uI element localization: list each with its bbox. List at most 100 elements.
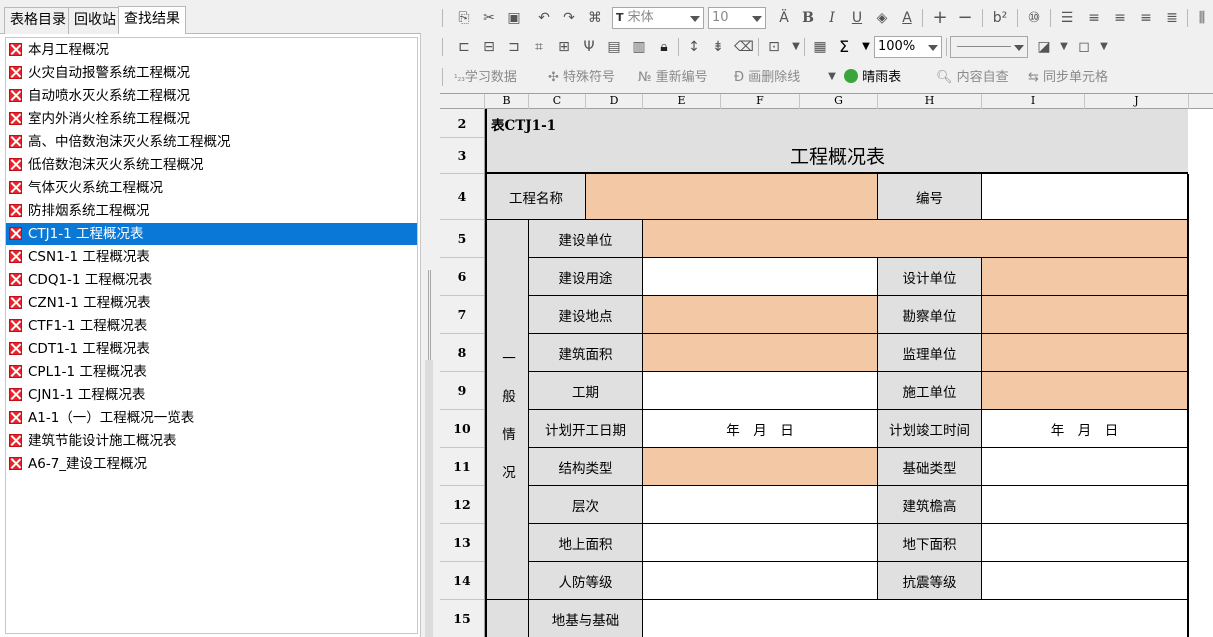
insert-column-icon[interactable]: ⊐: [504, 37, 524, 57]
justify-icon[interactable]: ≣: [1162, 8, 1182, 28]
tree-item[interactable]: CTF1-1 工程概况表: [6, 315, 417, 337]
tree-item[interactable]: CJN1-1 工程概况表: [6, 384, 417, 406]
column-header[interactable]: C: [529, 94, 586, 109]
learn-data-button[interactable]: ¹₂₃学习数据: [454, 68, 517, 88]
fill-color-icon[interactable]: ◈: [872, 8, 892, 28]
field-input[interactable]: [643, 258, 878, 296]
field-input[interactable]: [982, 296, 1189, 334]
row-header[interactable]: 8: [440, 334, 484, 372]
column-header[interactable]: G: [800, 94, 878, 109]
project-name-field[interactable]: [586, 174, 878, 220]
column-header[interactable]: F: [721, 94, 800, 109]
tree-item[interactable]: 防排烟系统工程概况: [6, 200, 417, 222]
field-input[interactable]: [643, 524, 878, 562]
field-input[interactable]: [982, 524, 1189, 562]
column-header[interactable]: J: [1085, 94, 1189, 109]
strike-line-button[interactable]: Đ 画删除线: [734, 68, 800, 88]
column-header[interactable]: D: [586, 94, 643, 109]
image-icon[interactable]: ⊡: [764, 37, 784, 57]
weather-button[interactable]: 晴雨表: [844, 68, 901, 88]
border-icon[interactable]: ◪: [1034, 37, 1054, 57]
field-input[interactable]: [643, 220, 1189, 258]
row-header[interactable]: 15: [440, 600, 484, 637]
tree-item[interactable]: CDQ1-1 工程概况表: [6, 269, 417, 291]
undo-icon[interactable]: ↶: [534, 8, 554, 28]
tree-item[interactable]: 本月工程概况: [6, 39, 417, 61]
zoom-select[interactable]: 100%: [874, 36, 942, 58]
table-icon[interactable]: ▤: [604, 37, 624, 57]
row-header[interactable]: 10: [440, 410, 484, 448]
strike-line-dropdown-icon[interactable]: ▼: [822, 67, 842, 87]
indent-icon[interactable]: ⇟: [708, 37, 728, 57]
field-input[interactable]: [982, 258, 1189, 296]
cut-icon[interactable]: ✂: [479, 8, 499, 28]
align-center-icon[interactable]: ≡: [1110, 8, 1130, 28]
sum-icon[interactable]: Σ: [834, 37, 854, 57]
tab-table-catalog[interactable]: 表格目录: [4, 7, 72, 34]
paste-icon[interactable]: ▣: [504, 8, 524, 28]
calculator-icon[interactable]: ▦: [810, 37, 830, 57]
split-cells-icon[interactable]: ⊟: [479, 37, 499, 57]
format-painter-icon[interactable]: ⌘: [585, 8, 605, 28]
redo-icon[interactable]: ↷: [559, 8, 579, 28]
merge-cells-icon[interactable]: ⊏: [454, 37, 474, 57]
vertical-scrollbar[interactable]: [425, 360, 433, 637]
clear-format-icon[interactable]: ⌫: [734, 37, 754, 57]
sum-dropdown-icon[interactable]: ▼: [856, 37, 876, 57]
field-input[interactable]: [643, 600, 1189, 637]
bold-icon[interactable]: B: [798, 8, 818, 28]
line-style-select[interactable]: [950, 36, 1028, 58]
renumber-button[interactable]: № 重新编号: [638, 68, 708, 88]
tree-item[interactable]: 自动喷水灭火系统工程概况: [6, 85, 417, 107]
row-header[interactable]: 3: [440, 138, 484, 174]
font-name-select[interactable]: T 宋体: [612, 7, 704, 29]
column-header[interactable]: I: [982, 94, 1085, 109]
field-input[interactable]: [643, 562, 878, 600]
underline-icon[interactable]: U: [847, 8, 867, 28]
field-input[interactable]: [643, 296, 878, 334]
shading-dropdown-icon[interactable]: ▼: [1094, 37, 1114, 57]
date-field[interactable]: 年 月 日: [982, 410, 1189, 448]
content-check-button[interactable]: 🔍︎ 内容自查: [936, 68, 1009, 88]
row-header[interactable]: 5: [440, 220, 484, 258]
field-input[interactable]: [643, 334, 878, 372]
field-input[interactable]: [643, 486, 878, 524]
tree-item[interactable]: CDT1-1 工程概况表: [6, 338, 417, 360]
splitter-grip[interactable]: [428, 270, 431, 370]
plus-icon[interactable]: +: [930, 8, 950, 28]
copy-icon[interactable]: ⎘: [454, 8, 474, 28]
number-field[interactable]: [982, 174, 1189, 220]
special-symbol-button[interactable]: ✣ 特殊符号: [548, 68, 615, 88]
tree-item[interactable]: 高、中倍数泡沫灭火系统工程概况: [6, 131, 417, 153]
minus-icon[interactable]: −: [955, 8, 975, 28]
tree-item[interactable]: CTJ1-1 工程概况表: [6, 223, 417, 245]
row-header[interactable]: 14: [440, 562, 484, 600]
row-header[interactable]: 13: [440, 524, 484, 562]
field-input[interactable]: [643, 372, 878, 410]
font-effect-icon[interactable]: Ä: [774, 8, 794, 28]
delete-row-icon[interactable]: Ψ: [579, 37, 599, 57]
row-header[interactable]: 11: [440, 448, 484, 486]
tab-search-results[interactable]: 查找结果: [118, 6, 186, 34]
field-input[interactable]: [982, 334, 1189, 372]
tree-item[interactable]: 火灾自动报警系统工程概况: [6, 62, 417, 84]
circle-number-icon[interactable]: ⑩: [1024, 8, 1044, 28]
tree-item[interactable]: 室内外消火栓系统工程概况: [6, 108, 417, 130]
row-header[interactable]: 12: [440, 486, 484, 524]
align-right-icon[interactable]: ≡: [1136, 8, 1156, 28]
field-input[interactable]: [982, 562, 1189, 600]
panel-splitter[interactable]: [421, 0, 438, 637]
field-input[interactable]: [982, 372, 1189, 410]
lock-icon[interactable]: 🔒︎: [654, 37, 674, 57]
tree-item[interactable]: CPL1-1 工程概况表: [6, 361, 417, 383]
select-all-corner[interactable]: [440, 94, 485, 109]
tree-item[interactable]: CSN1-1 工程概况表: [6, 246, 417, 268]
italic-icon[interactable]: I: [822, 8, 842, 28]
dropdown-arrow-icon[interactable]: ▼: [786, 37, 806, 57]
tree-item[interactable]: 气体灭火系统工程概况: [6, 177, 417, 199]
row-header[interactable]: 4: [440, 174, 484, 220]
border-dropdown-icon[interactable]: ▼: [1054, 37, 1074, 57]
column-header[interactable]: H: [878, 94, 982, 109]
print-icon[interactable]: ▥: [629, 37, 649, 57]
row-header[interactable]: 7: [440, 296, 484, 334]
